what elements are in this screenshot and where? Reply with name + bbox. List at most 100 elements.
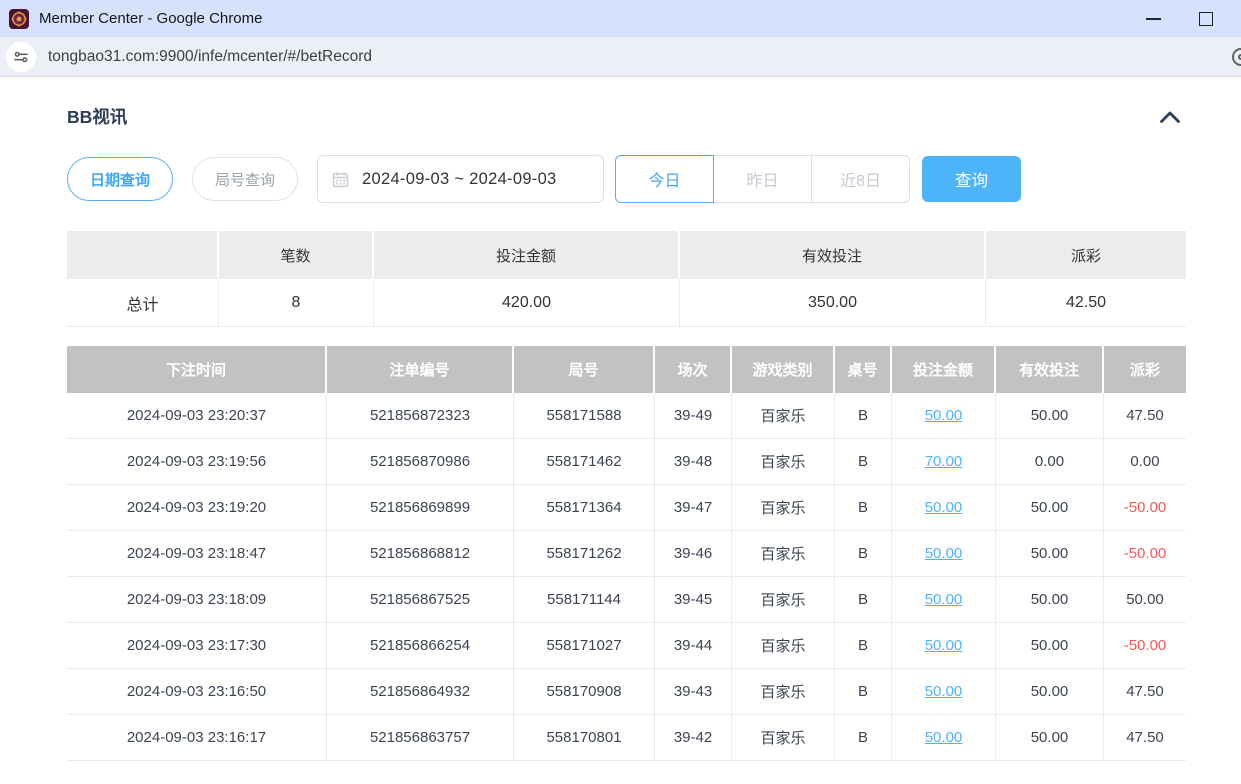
date-query-tab[interactable]: 日期查询: [67, 157, 173, 201]
bet-cell: 39-48: [655, 439, 732, 485]
bet-cell: 39-42: [655, 715, 732, 761]
bet-cell: 521856872323: [327, 393, 514, 439]
bet-cell: 百家乐: [732, 393, 835, 439]
bet-cell: 2024-09-03 23:18:47: [67, 531, 327, 577]
bet-cell: 百家乐: [732, 485, 835, 531]
bet-cell: B: [835, 623, 892, 669]
bet-amount-link[interactable]: 50.00: [925, 407, 963, 424]
bet-cell: 558170908: [514, 669, 655, 715]
site-settings-button[interactable]: [6, 42, 36, 72]
bet-cell: 50.00: [996, 715, 1104, 761]
summary-data-row: 总计8420.00350.0042.50: [67, 279, 1186, 327]
bet-cell: 50.00: [996, 669, 1104, 715]
bet-cell: 39-44: [655, 623, 732, 669]
url-field[interactable]: tongbao31.com:9900/infe/mcenter/#/betRec…: [48, 48, 372, 66]
bet-cell: 50.00: [996, 623, 1104, 669]
bet-cell: 0.00: [996, 439, 1104, 485]
calendar-icon: [332, 171, 349, 188]
bet-record-page: BB视讯 日期查询 局号查询 2024-09-03 ~ 2024-09-03: [0, 104, 1241, 761]
summary-row-label: 总计: [67, 279, 219, 327]
bet-cell: 521856864932: [327, 669, 514, 715]
bet-header-cell: 桌号: [835, 346, 892, 393]
bet-header-cell: 下注时间: [67, 346, 327, 393]
bet-header-cell: 注单编号: [327, 346, 514, 393]
bet-amount-link[interactable]: 50.00: [925, 729, 963, 746]
bet-cell: 39-46: [655, 531, 732, 577]
bet-cell: 70.00: [892, 439, 996, 485]
table-row: 2024-09-03 23:16:17521856863757558170801…: [67, 715, 1186, 761]
bet-cell: 50.00: [892, 485, 996, 531]
bet-cell: 558171588: [514, 393, 655, 439]
summary-header-cell: 有效投注: [680, 231, 986, 279]
table-row: 2024-09-03 23:20:37521856872323558171588…: [67, 393, 1186, 439]
bet-amount-link[interactable]: 50.00: [925, 637, 963, 654]
bet-cell: -50.00: [1104, 485, 1186, 531]
bet-cell: 50.00: [892, 715, 996, 761]
bet-cell: 2024-09-03 23:16:50: [67, 669, 327, 715]
collapse-section-button[interactable]: [1158, 105, 1182, 129]
window-title: Member Center - Google Chrome: [39, 10, 262, 27]
bet-cell: B: [835, 439, 892, 485]
minimize-button[interactable]: [1146, 18, 1161, 20]
bet-amount-link[interactable]: 50.00: [925, 545, 963, 562]
maximize-button[interactable]: [1199, 12, 1213, 26]
chevron-up-icon: [1159, 110, 1181, 124]
summary-value-cell: 350.00: [680, 279, 986, 327]
bet-amount-link[interactable]: 50.00: [925, 683, 963, 700]
bet-cell: 百家乐: [732, 623, 835, 669]
bet-cell: 百家乐: [732, 715, 835, 761]
bet-header-cell: 有效投注: [996, 346, 1104, 393]
bet-cell: 521856868812: [327, 531, 514, 577]
today-button[interactable]: 今日: [615, 155, 714, 203]
table-row: 2024-09-03 23:18:09521856867525558171144…: [67, 577, 1186, 623]
bet-cell: 50.00: [892, 531, 996, 577]
bet-cell: -50.00: [1104, 623, 1186, 669]
bet-header-cell: 场次: [655, 346, 732, 393]
round-query-tab[interactable]: 局号查询: [192, 157, 298, 201]
bet-header-cell: 局号: [514, 346, 655, 393]
bet-cell: 2024-09-03 23:19:20: [67, 485, 327, 531]
date-range-picker[interactable]: 2024-09-03 ~ 2024-09-03: [317, 155, 604, 203]
clipped-omnibox-icon[interactable]: [1232, 48, 1241, 66]
summary-header-cell: 投注金额: [374, 231, 680, 279]
bet-header-cell: 派彩: [1104, 346, 1186, 393]
summary-header-cell: 笔数: [219, 231, 374, 279]
summary-header-cell: 派彩: [986, 231, 1186, 279]
last8days-button[interactable]: 近8日: [811, 155, 910, 203]
bet-amount-link[interactable]: 70.00: [925, 453, 963, 470]
bet-cell: 558171364: [514, 485, 655, 531]
bet-cell: 558171027: [514, 623, 655, 669]
bet-amount-link[interactable]: 50.00: [925, 591, 963, 608]
table-row: 2024-09-03 23:19:20521856869899558171364…: [67, 485, 1186, 531]
bet-cell: 39-47: [655, 485, 732, 531]
bet-cell: 0.00: [1104, 439, 1186, 485]
bet-cell: 521856867525: [327, 577, 514, 623]
summary-value-cell: 420.00: [374, 279, 680, 327]
yesterday-button[interactable]: 昨日: [713, 155, 812, 203]
bet-cell: B: [835, 715, 892, 761]
bet-amount-link[interactable]: 50.00: [925, 499, 963, 516]
search-button[interactable]: 查询: [922, 156, 1021, 202]
filter-toolbar: 日期查询 局号查询 2024-09-03 ~ 2024-09-03 今日 昨日 …: [67, 155, 1186, 203]
section-header: BB视讯: [67, 104, 1186, 129]
bet-cell: 50.00: [996, 393, 1104, 439]
bet-cell: 50.00: [892, 393, 996, 439]
bet-cell: B: [835, 669, 892, 715]
bet-cell: 558170801: [514, 715, 655, 761]
bet-cell: 2024-09-03 23:20:37: [67, 393, 327, 439]
bet-table-body: 2024-09-03 23:20:37521856872323558171588…: [67, 393, 1186, 761]
date-range-value: 2024-09-03 ~ 2024-09-03: [362, 170, 557, 189]
table-row: 2024-09-03 23:16:50521856864932558170908…: [67, 669, 1186, 715]
table-row: 2024-09-03 23:18:47521856868812558171262…: [67, 531, 1186, 577]
quick-range-group: 今日 昨日 近8日: [615, 155, 910, 203]
bet-header-cell: 投注金额: [892, 346, 996, 393]
bet-cell: -50.00: [1104, 531, 1186, 577]
bet-header-cell: 游戏类别: [732, 346, 835, 393]
bet-cell: 521856866254: [327, 623, 514, 669]
bet-cell: 39-45: [655, 577, 732, 623]
bet-cell: 558171144: [514, 577, 655, 623]
summary-value-cell: 8: [219, 279, 374, 327]
address-bar: tongbao31.com:9900/infe/mcenter/#/betRec…: [0, 37, 1241, 77]
bet-cell: 50.00: [892, 577, 996, 623]
tune-icon: [13, 49, 29, 65]
